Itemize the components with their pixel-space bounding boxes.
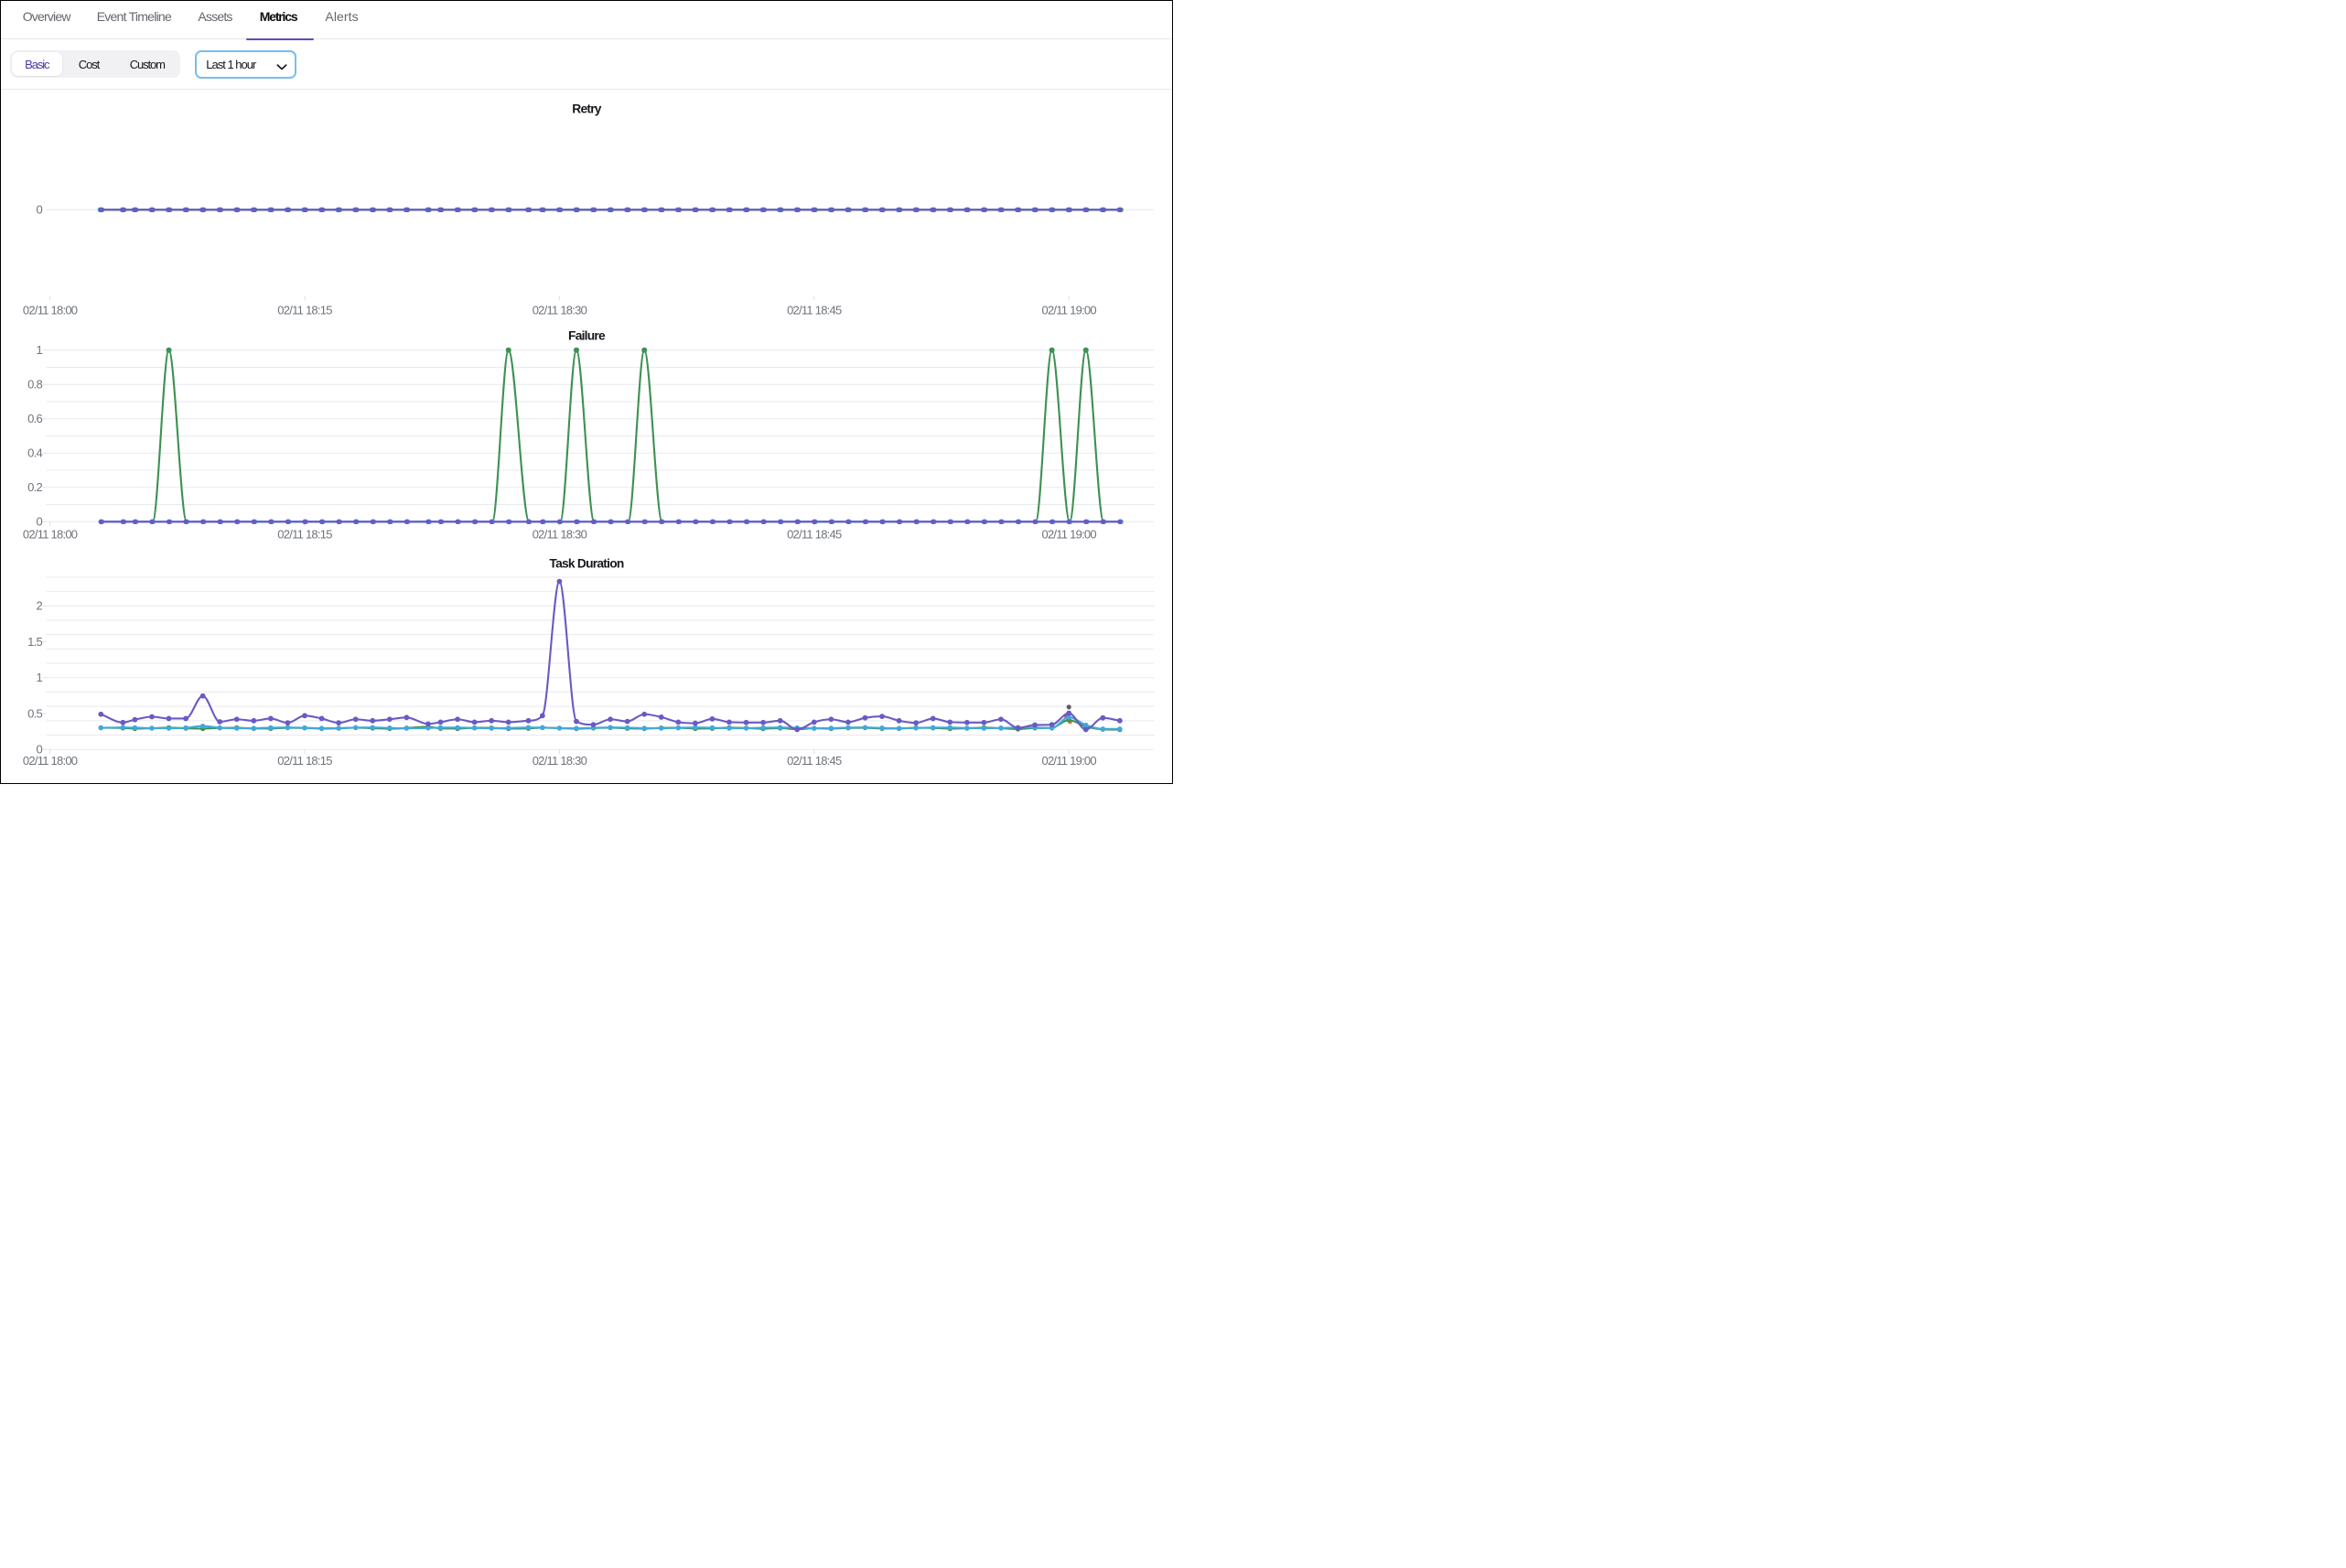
svg-text:0.8: 0.8 <box>27 378 42 392</box>
svg-text:02/11 18:00: 02/11 18:00 <box>23 753 78 767</box>
svg-text:1.5: 1.5 <box>27 634 42 648</box>
svg-text:0: 0 <box>37 203 43 217</box>
svg-text:02/11 18:15: 02/11 18:15 <box>277 528 332 542</box>
svg-text:02/11 18:00: 02/11 18:00 <box>23 303 78 316</box>
svg-text:02/11 19:00: 02/11 19:00 <box>1041 528 1096 542</box>
svg-text:0.4: 0.4 <box>27 446 42 460</box>
svg-text:02/11 18:15: 02/11 18:15 <box>277 753 332 767</box>
svg-text:1: 1 <box>37 343 43 357</box>
svg-text:Task Duration: Task Duration <box>549 556 623 570</box>
svg-text:1: 1 <box>37 671 43 684</box>
svg-text:02/11 18:30: 02/11 18:30 <box>533 303 587 316</box>
svg-text:02/11 18:15: 02/11 18:15 <box>277 303 332 316</box>
svg-text:02/11 19:00: 02/11 19:00 <box>1041 303 1096 316</box>
svg-text:02/11 19:00: 02/11 19:00 <box>1041 753 1096 767</box>
svg-text:0.5: 0.5 <box>27 706 42 720</box>
svg-text:02/11 18:45: 02/11 18:45 <box>787 303 842 316</box>
svg-text:02/11 18:30: 02/11 18:30 <box>533 528 587 542</box>
svg-text:Failure: Failure <box>568 329 606 343</box>
svg-text:02/11 18:30: 02/11 18:30 <box>533 753 587 767</box>
svg-text:02/11 18:00: 02/11 18:00 <box>23 528 78 542</box>
svg-text:0.6: 0.6 <box>27 412 42 425</box>
svg-text:Retry: Retry <box>572 102 602 115</box>
svg-text:02/11 18:45: 02/11 18:45 <box>787 753 842 767</box>
svg-text:0.2: 0.2 <box>27 480 42 494</box>
svg-text:02/11 18:45: 02/11 18:45 <box>787 528 842 542</box>
svg-text:2: 2 <box>37 598 43 612</box>
